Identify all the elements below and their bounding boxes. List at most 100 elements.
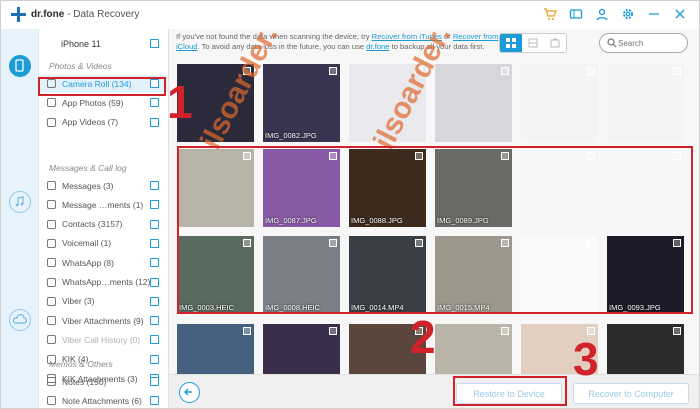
thumbnail-caption: IMG_0003.HEIC (179, 303, 235, 312)
thumbnail-checkbox[interactable] (501, 67, 509, 75)
thumbnail-checkbox[interactable] (329, 67, 337, 75)
thumbnail-checkbox[interactable] (673, 239, 681, 247)
photo-thumbnail[interactable] (521, 236, 598, 314)
thumbnail-checkbox[interactable] (501, 239, 509, 247)
data-recovery-nav-icon[interactable] (9, 55, 31, 77)
item-checkbox[interactable] (150, 219, 159, 229)
bottom-bar: Restore to Device Recover to Computer (169, 374, 699, 408)
drfone-logo-icon (11, 7, 26, 22)
photo-thumbnail[interactable]: IMG_0089.JPG (435, 149, 512, 227)
sidebar-item[interactable]: WhatsApp…ments (12) (39, 274, 168, 291)
search-box[interactable] (599, 33, 688, 53)
itunes-nav-icon[interactable] (9, 191, 31, 213)
item-checkbox[interactable] (150, 181, 159, 190)
search-input[interactable] (618, 36, 680, 50)
category-icon (47, 258, 56, 268)
photo-thumbnail[interactable] (435, 64, 512, 142)
thumbnail-checkbox[interactable] (673, 152, 681, 160)
category-icon (47, 238, 56, 248)
item-checkbox[interactable] (150, 238, 159, 248)
item-checkbox[interactable] (150, 377, 159, 386)
thumbnail-checkbox[interactable] (329, 327, 337, 335)
step-number-1: 1 (167, 76, 193, 128)
sidebar-item[interactable]: Message …ments (1) (39, 196, 168, 213)
thumbnail-checkbox[interactable] (501, 327, 509, 335)
sidebar-item[interactable]: Notes (150) (39, 373, 168, 390)
item-checkbox[interactable] (150, 396, 159, 406)
photo-thumbnail[interactable] (521, 64, 598, 142)
thumbnail-checkbox[interactable] (329, 152, 337, 160)
close-icon[interactable] (673, 7, 687, 21)
sidebar-item[interactable]: Viber (3) (39, 293, 168, 310)
photo-thumbnail[interactable]: IMG_0008.HEIC (263, 236, 340, 314)
sidebar-item[interactable]: Contacts (3157) (39, 216, 168, 233)
photo-thumbnail[interactable]: IMG_0087.JPG (263, 149, 340, 227)
item-checkbox[interactable] (150, 79, 159, 88)
item-checkbox[interactable] (150, 98, 159, 108)
sidebar-item[interactable]: Viber Call History (0) (39, 331, 168, 348)
photo-thumbnail[interactable]: IMG_0093.JPG (607, 236, 684, 314)
sidebar-item[interactable]: App Videos (7) (39, 114, 168, 131)
file-view-icon[interactable] (544, 34, 566, 52)
select-all-checkbox[interactable] (150, 39, 159, 48)
photo-thumbnail[interactable]: IMG_0003.HEIC (177, 236, 254, 314)
thumbnail-checkbox[interactable] (243, 327, 251, 335)
photo-thumbnail[interactable]: IMG_0082.JPG (263, 64, 340, 142)
list-view-icon[interactable] (522, 34, 544, 52)
thumbnail-caption: IMG_0093.JPG (609, 303, 661, 312)
item-checkbox[interactable] (150, 354, 159, 364)
thumbnail-caption: IMG_0008.HEIC (265, 303, 321, 312)
drfone-link[interactable]: dr.fone (366, 42, 389, 51)
search-icon (607, 38, 617, 48)
grid-view-icon[interactable] (500, 34, 522, 52)
photo-thumbnail[interactable] (521, 149, 598, 227)
recover-to-computer-button[interactable]: Recover to Computer (573, 383, 689, 404)
step-number-2: 2 (410, 311, 436, 363)
cart-icon[interactable] (543, 7, 557, 21)
category-icon (47, 316, 56, 326)
item-checkbox[interactable] (150, 277, 159, 287)
item-checkbox[interactable] (150, 296, 159, 306)
sidebar-item[interactable]: Note Attachments (6) (39, 392, 168, 408)
item-checkbox[interactable] (150, 258, 159, 268)
item-checkbox[interactable] (150, 335, 159, 345)
item-checkbox[interactable] (150, 117, 159, 127)
thumbnail-checkbox[interactable] (587, 67, 595, 75)
photo-thumbnail[interactable]: IMG_0014.MP4 (349, 236, 426, 314)
left-rail (1, 29, 39, 408)
photo-thumbnail[interactable] (607, 149, 684, 227)
section-header: Memos & Others (49, 359, 113, 369)
thumbnail-checkbox[interactable] (243, 152, 251, 160)
thumbnail-caption: IMG_0015.MP4 (437, 303, 490, 312)
back-button[interactable] (179, 382, 200, 403)
settings-icon[interactable] (621, 7, 635, 21)
thumbnail-checkbox[interactable] (415, 239, 423, 247)
thumbnail-checkbox[interactable] (415, 152, 423, 160)
photo-thumbnail[interactable] (607, 64, 684, 142)
sidebar-item[interactable]: Viber Attachments (9) (39, 312, 168, 329)
photo-thumbnail[interactable]: IMG_0015.MP4 (435, 236, 512, 314)
sidebar-item[interactable]: Messages (3) (39, 177, 168, 194)
item-checkbox[interactable] (150, 200, 159, 210)
photo-thumbnail[interactable] (177, 149, 254, 227)
thumbnail-checkbox[interactable] (587, 239, 595, 247)
photo-thumbnail[interactable]: IMG_0088.JPG (349, 149, 426, 227)
ticket-icon[interactable] (569, 7, 583, 21)
sidebar-item[interactable]: App Photos (59) (39, 94, 168, 111)
titlebar-icons (543, 7, 687, 21)
thumbnail-checkbox[interactable] (243, 239, 251, 247)
restore-to-device-button[interactable]: Restore to Device (456, 383, 562, 404)
thumbnail-checkbox[interactable] (673, 67, 681, 75)
icloud-nav-icon[interactable] (9, 309, 31, 331)
thumbnail-checkbox[interactable] (673, 327, 681, 335)
sidebar-item[interactable]: WhatsApp (8) (39, 254, 168, 271)
minimize-icon[interactable] (647, 7, 661, 21)
thumbnail-checkbox[interactable] (329, 239, 337, 247)
category-icon (47, 79, 56, 88)
sidebar-item[interactable]: Camera Roll (134) (39, 75, 168, 92)
item-checkbox[interactable] (150, 316, 159, 326)
thumbnail-checkbox[interactable] (587, 152, 595, 160)
sidebar-item[interactable]: Voicemail (1) (39, 235, 168, 252)
thumbnail-checkbox[interactable] (501, 152, 509, 160)
user-icon[interactable] (595, 7, 609, 21)
